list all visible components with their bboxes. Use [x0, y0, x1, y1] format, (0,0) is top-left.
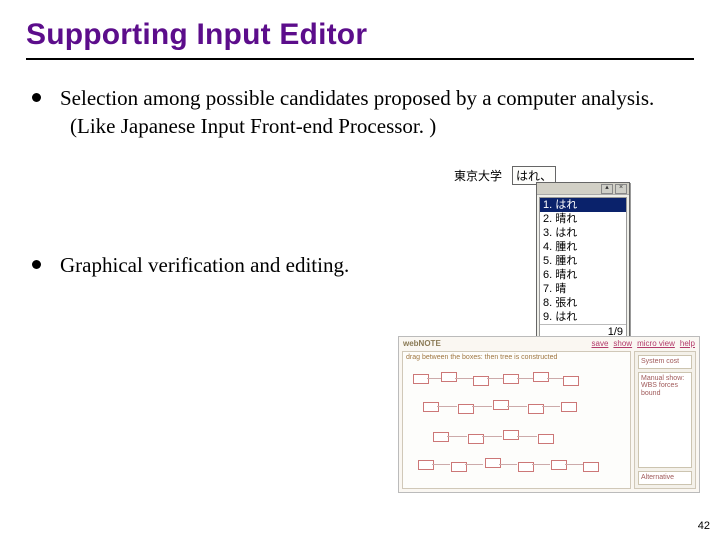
graph-edge — [482, 436, 502, 437]
ime-candidate-7[interactable]: 7. 晴 — [540, 282, 626, 296]
ime-candidate-1[interactable]: 1. はれ — [540, 198, 626, 212]
ime-candidate-6[interactable]: 6. 晴れ — [540, 268, 626, 282]
bullet-text: Selection among possible candidates prop… — [60, 86, 654, 110]
canvas-hint: drag between the boxes: then tree is con… — [406, 354, 557, 361]
graph-node — [503, 374, 519, 384]
toolbar-link-help[interactable]: help — [680, 339, 695, 348]
graph-edge — [542, 406, 560, 407]
graph-edge — [427, 378, 441, 379]
graph-edge — [532, 464, 550, 465]
editor-sidebar: System cost Manual show: WBS forces boun… — [634, 351, 696, 489]
ime-illustration: 東京大学 はれ、 ▴ × 1. はれ 2. 晴れ 3. はれ 4. 腫れ 5. … — [454, 166, 556, 187]
graph-node — [583, 462, 599, 472]
graph-node — [493, 400, 509, 410]
slide-title: Supporting Input Editor — [26, 18, 694, 52]
ime-candidate-list: 1. はれ 2. 晴れ 3. はれ 4. 腫れ 5. 腫れ 6. 晴れ 7. 晴… — [539, 197, 627, 340]
graph-node — [418, 460, 434, 470]
editor-canvas[interactable]: drag between the boxes: then tree is con… — [402, 351, 631, 489]
graph-edge — [565, 464, 583, 465]
graph-node — [538, 434, 554, 444]
graph-node — [485, 458, 501, 468]
ime-up-icon[interactable]: ▴ — [601, 184, 613, 194]
graph-node — [503, 430, 519, 440]
bullet-item-1: Selection among possible candidates prop… — [26, 84, 694, 141]
graph-node — [563, 376, 579, 386]
graph-node — [561, 402, 577, 412]
ime-candidate-3[interactable]: 3. はれ — [540, 226, 626, 240]
ime-candidate-2[interactable]: 2. 晴れ — [540, 212, 626, 226]
close-icon[interactable]: × — [615, 184, 627, 194]
ime-popup: ▴ × 1. はれ 2. 晴れ 3. はれ 4. 腫れ 5. 腫れ 6. 晴れ … — [536, 182, 630, 343]
title-rule — [26, 58, 694, 60]
sidebar-panel-2[interactable]: Manual show: WBS forces bound — [638, 372, 692, 469]
graph-node — [551, 460, 567, 470]
graph-node — [533, 372, 549, 382]
graph-edge — [432, 464, 450, 465]
sidebar-panel-1[interactable]: System cost — [638, 355, 692, 369]
ime-titlebar: ▴ × — [537, 183, 629, 195]
ime-candidate-8[interactable]: 8. 張れ — [540, 296, 626, 310]
ime-candidate-4[interactable]: 4. 腫れ — [540, 240, 626, 254]
sidebar-panel-3[interactable]: Alternative — [638, 471, 692, 485]
bullet-text: Graphical verification and editing. — [60, 253, 349, 277]
graph-edge — [507, 406, 527, 407]
ime-candidate-9[interactable]: 9. はれ — [540, 310, 626, 324]
graph-edge — [487, 378, 503, 379]
editor-thumbnail: webNOTE save show micro view help drag b… — [398, 336, 700, 493]
editor-toolbar: save show micro view help — [592, 339, 696, 348]
graph-node — [423, 402, 439, 412]
graph-node — [413, 374, 429, 384]
graph-edge — [517, 378, 533, 379]
graph-edge — [472, 406, 492, 407]
ime-context-left: 東京大学 — [454, 167, 502, 184]
graph-edge — [517, 436, 537, 437]
editor-body: drag between the boxes: then tree is con… — [402, 351, 696, 489]
slide: Supporting Input Editor Selection among … — [0, 0, 720, 540]
editor-logo: webNOTE — [403, 339, 441, 348]
page-number: 42 — [698, 520, 710, 532]
ime-candidate-5[interactable]: 5. 腫れ — [540, 254, 626, 268]
bullet-sub: (Like Japanese Input Front-end Processor… — [60, 112, 694, 140]
graph-edge — [455, 378, 473, 379]
graph-edge — [547, 378, 563, 379]
toolbar-link-save[interactable]: save — [592, 339, 609, 348]
toolbar-link-micro-view[interactable]: micro view — [637, 339, 675, 348]
graph-node — [433, 432, 449, 442]
graph-edge — [447, 436, 467, 437]
graph-edge — [437, 406, 457, 407]
toolbar-link-show[interactable]: show — [613, 339, 632, 348]
graph-node — [441, 372, 457, 382]
graph-edge — [499, 464, 517, 465]
graph-edge — [465, 464, 483, 465]
